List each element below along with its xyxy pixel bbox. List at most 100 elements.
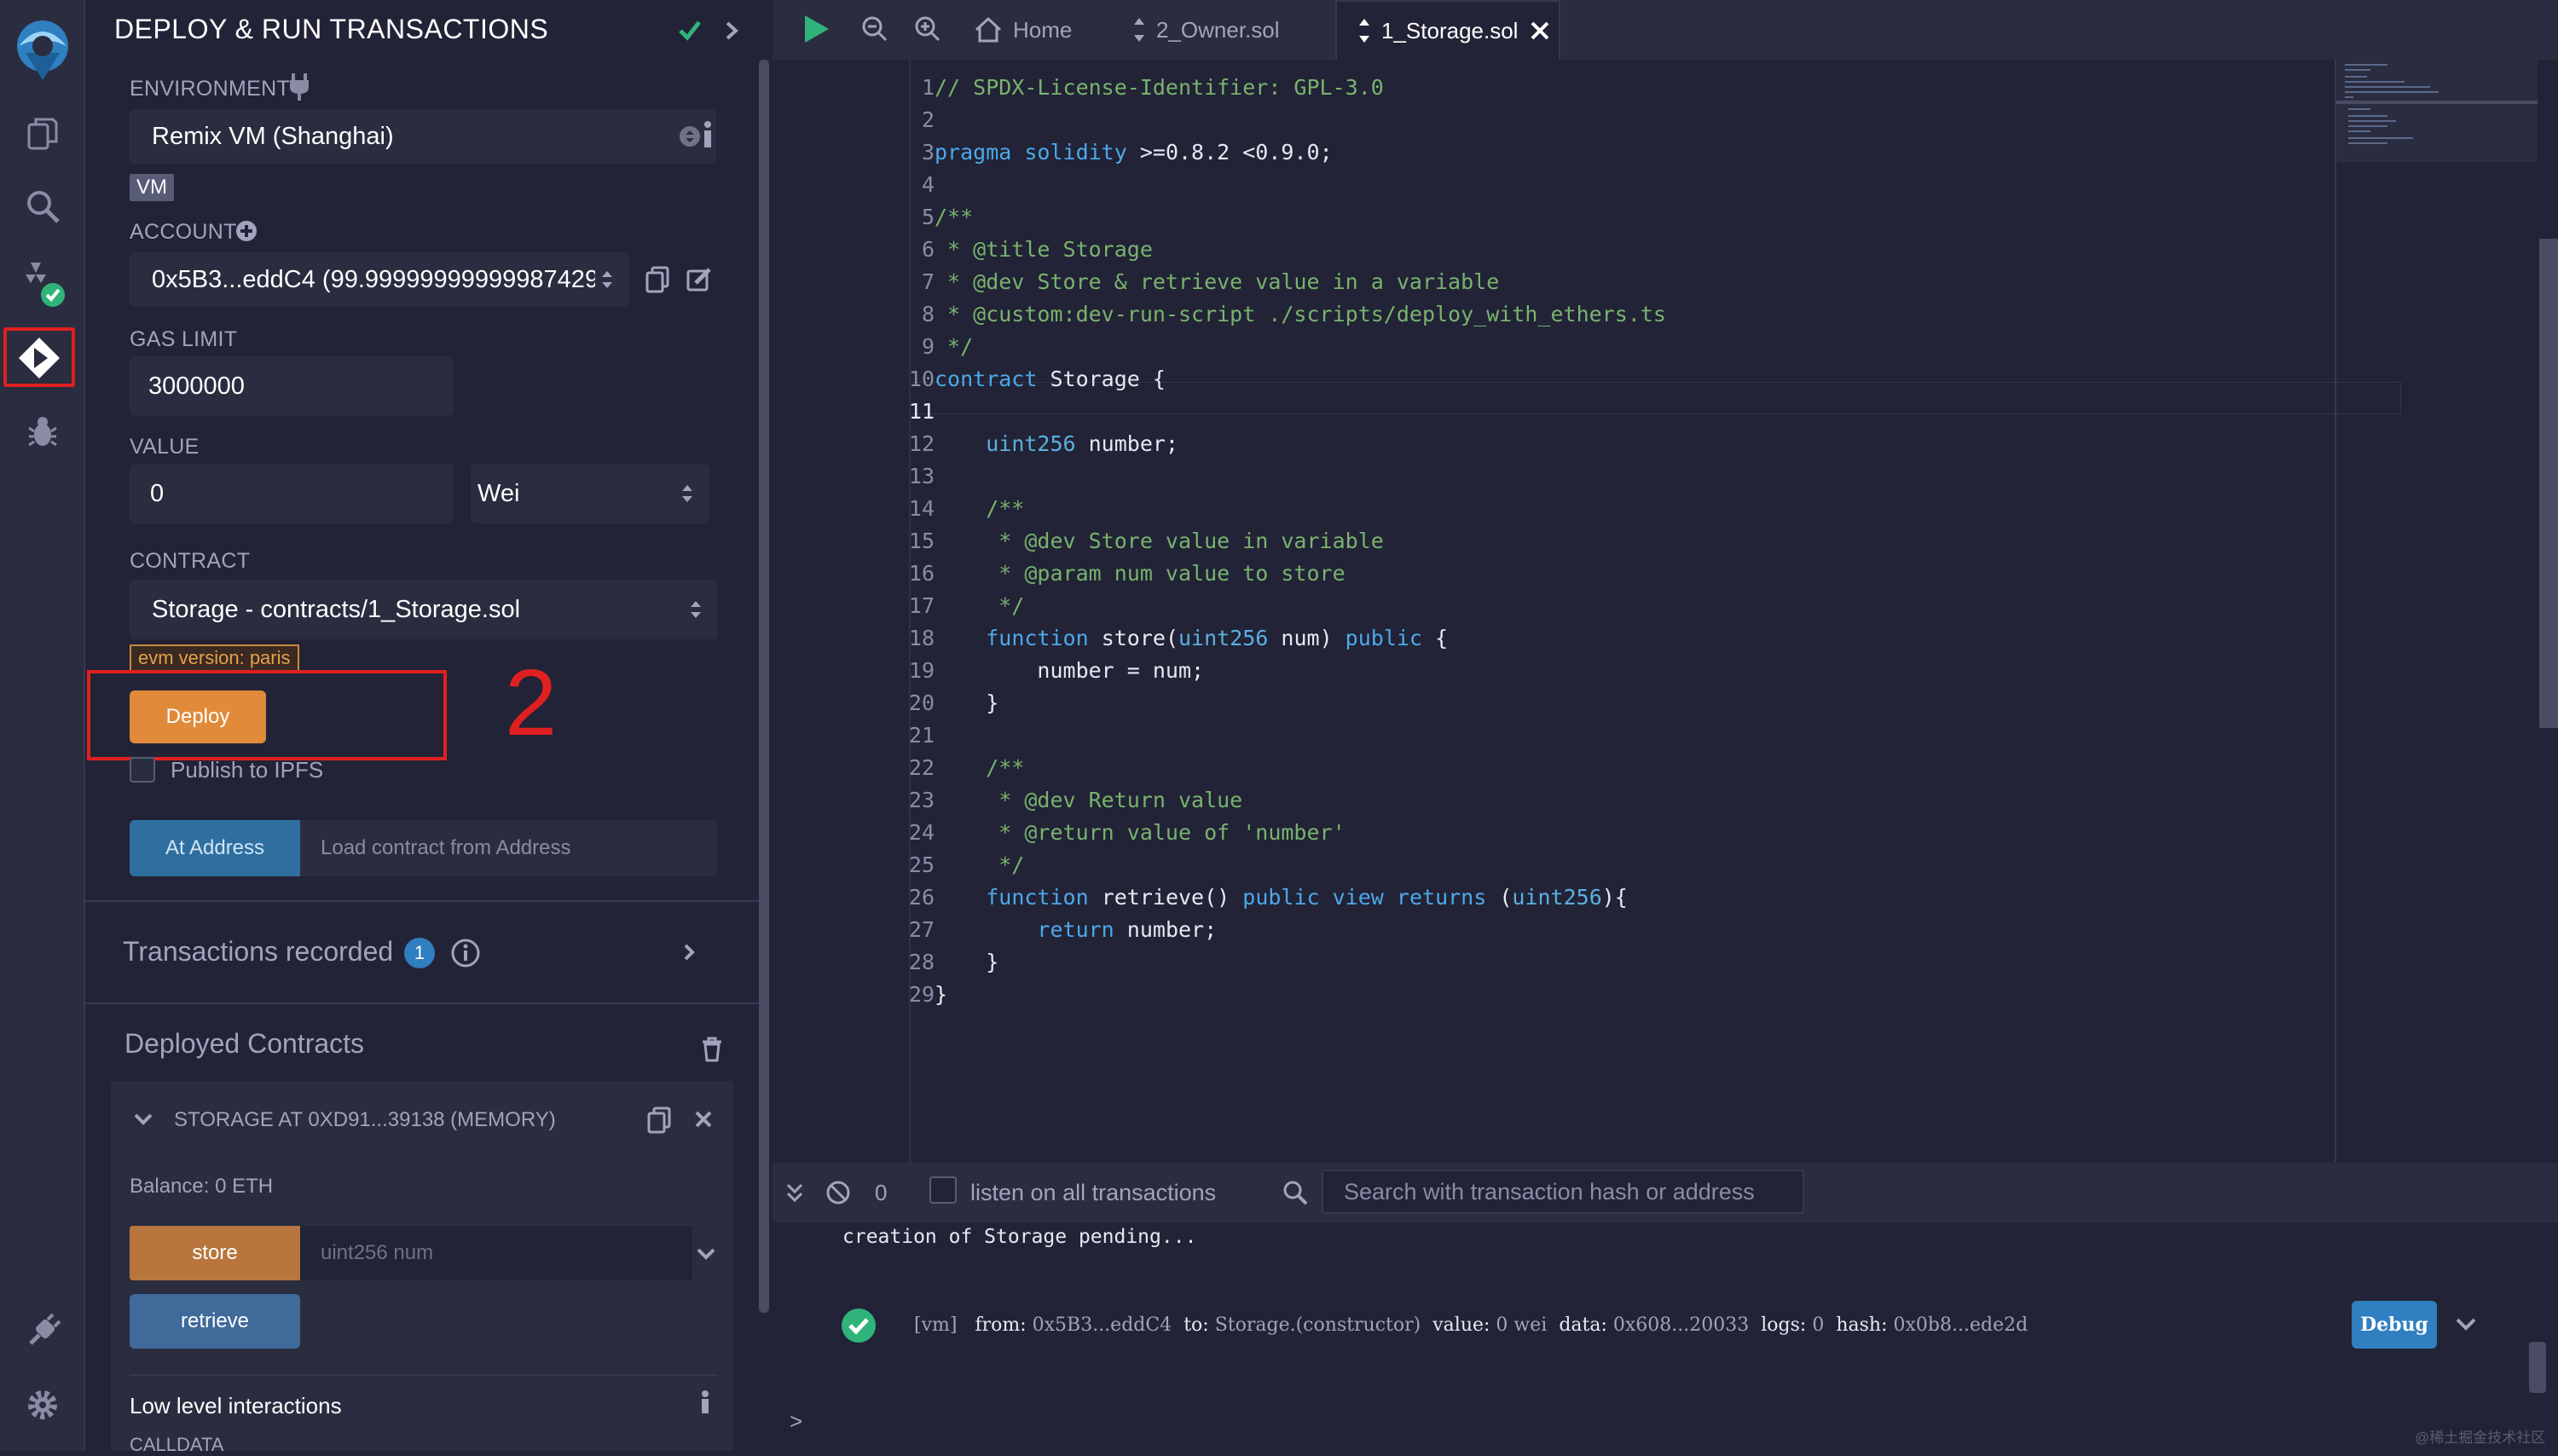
- copy-address-icon[interactable]: [646, 1106, 672, 1134]
- load-address-input[interactable]: Load contract from Address: [300, 820, 718, 876]
- line-number: 8: [921, 302, 935, 326]
- edit-account-icon[interactable]: [686, 266, 713, 293]
- account-select[interactable]: 0x5B3...eddC4 (99.99999999999987429: [130, 252, 629, 307]
- deployed-contracts-label: Deployed Contracts: [124, 1028, 365, 1059]
- code-line[interactable]: return number;: [935, 917, 1217, 942]
- pending-count: 0: [875, 1180, 888, 1205]
- store-input[interactable]: uint256 num: [300, 1226, 692, 1280]
- close-icon[interactable]: [694, 1110, 713, 1129]
- chevron-right-icon[interactable]: [723, 20, 740, 41]
- info-icon[interactable]: [701, 119, 715, 150]
- plug-icon: [286, 72, 312, 101]
- divider: [130, 1374, 718, 1376]
- search-icon[interactable]: [15, 179, 70, 234]
- tx-search-input[interactable]: Search with transaction hash or address: [1322, 1170, 1804, 1214]
- deploy-run-icon[interactable]: [12, 331, 67, 385]
- zoom-out-icon[interactable]: [861, 15, 888, 43]
- code-line[interactable]: */: [935, 852, 1024, 877]
- panel-scrollbar[interactable]: [759, 60, 769, 1313]
- tab-storage[interactable]: 1_Storage.sol: [1335, 0, 1560, 60]
- plugin-manager-icon[interactable]: [15, 1304, 70, 1359]
- terminal-scrollbar[interactable]: [2529, 1342, 2546, 1393]
- clear-console-icon[interactable]: [825, 1180, 851, 1205]
- settings-icon[interactable]: [15, 1378, 70, 1432]
- value-input[interactable]: 0: [130, 464, 454, 523]
- terminal-prompt[interactable]: >: [790, 1408, 802, 1435]
- code-line[interactable]: /**: [935, 496, 1024, 521]
- environment-label: ENVIRONMENT: [130, 77, 291, 101]
- line-number: 11: [908, 399, 935, 424]
- tab-home[interactable]: Home: [974, 0, 1102, 60]
- chevron-down-icon[interactable]: [133, 1112, 153, 1127]
- divider: [85, 900, 759, 902]
- info-icon[interactable]: [699, 1390, 711, 1415]
- code-line[interactable]: }: [935, 950, 998, 974]
- debugger-icon[interactable]: [15, 404, 70, 459]
- deployed-instance: STORAGE AT 0XD91...39138 (MEMORY) Balanc…: [111, 1081, 733, 1455]
- code-line[interactable]: * @param num value to store: [935, 561, 1345, 586]
- publish-ipfs-checkbox[interactable]: [130, 757, 155, 783]
- copy-account-icon[interactable]: [645, 266, 670, 293]
- line-number: 28: [908, 950, 935, 974]
- line-number: 23: [908, 788, 935, 812]
- code-line[interactable]: * @dev Return value: [935, 788, 1242, 812]
- code-line[interactable]: */: [935, 334, 973, 359]
- listen-checkbox[interactable]: [929, 1176, 957, 1204]
- value-unit-select[interactable]: Wei: [471, 464, 709, 523]
- code-line[interactable]: number = num;: [935, 658, 1204, 683]
- contract-select[interactable]: Storage - contracts/1_Storage.sol: [130, 580, 718, 639]
- run-icon[interactable]: [802, 14, 830, 44]
- remix-logo-icon[interactable]: [7, 12, 78, 84]
- environment-select[interactable]: Remix VM (Shanghai): [130, 109, 716, 164]
- store-button[interactable]: store: [130, 1226, 300, 1280]
- code-line[interactable]: * @dev Store value in variable: [935, 529, 1384, 553]
- value-label: VALUE: [130, 435, 200, 459]
- code-editor[interactable]: 1// SPDX-License-Identifier: GPL-3.0 2 3 pr…: [773, 60, 2558, 1163]
- code-line[interactable]: * @custom:dev-run-script ./scripts/deplo…: [935, 302, 1666, 326]
- solidity-file-icon: [1356, 17, 1373, 44]
- tx-log-line: [vm] from: 0x5B3...eddC4 to: Storage.(co…: [914, 1314, 2028, 1336]
- add-account-icon[interactable]: [235, 220, 258, 242]
- file-explorer-icon[interactable]: [15, 106, 70, 160]
- code-line[interactable]: /**: [935, 755, 1024, 780]
- trash-icon[interactable]: [701, 1037, 723, 1062]
- tab-storage-label: 1_Storage.sol: [1381, 17, 1519, 43]
- pending-log: creation of Storage pending...: [842, 1226, 1197, 1248]
- code-line[interactable]: }: [935, 982, 947, 1007]
- retrieve-button[interactable]: retrieve: [130, 1294, 300, 1349]
- code-line[interactable]: uint256 number;: [935, 431, 1178, 456]
- code-line[interactable]: /**: [935, 205, 973, 229]
- collapse-terminal-icon[interactable]: [784, 1182, 805, 1204]
- line-number: 14: [908, 496, 935, 521]
- chevron-down-icon[interactable]: [696, 1246, 716, 1262]
- code-line[interactable]: * @dev Store & retrieve value in a varia…: [935, 269, 1499, 294]
- minimap-border: [2335, 60, 2336, 1163]
- code-line[interactable]: pragma solidity >=0.8.2 <0.9.0;: [935, 140, 1333, 165]
- chevron-right-icon[interactable]: [682, 943, 696, 962]
- line-number: 17: [908, 593, 935, 618]
- code-line[interactable]: // SPDX-License-Identifier: GPL-3.0: [935, 75, 1384, 100]
- zoom-in-icon[interactable]: [914, 15, 941, 43]
- chevron-down-icon[interactable]: [2454, 1316, 2478, 1333]
- code-line[interactable]: function store(uint256 num) public {: [935, 626, 1448, 650]
- tab-owner[interactable]: 2_Owner.sol: [1131, 0, 1310, 60]
- gas-limit-input[interactable]: 3000000: [130, 356, 454, 416]
- code-line[interactable]: * @title Storage: [935, 237, 1153, 262]
- code-line[interactable]: */: [935, 593, 1024, 618]
- code-line[interactable]: function retrieve() public view returns …: [935, 885, 1628, 910]
- line-number: 16: [908, 561, 935, 586]
- editor-scrollbar[interactable]: [2539, 239, 2558, 728]
- debug-button[interactable]: Debug: [2352, 1301, 2437, 1349]
- minimap[interactable]: [2336, 60, 2538, 162]
- code-line[interactable]: * @return value of 'number': [935, 820, 1345, 845]
- info-circle-icon[interactable]: [450, 938, 481, 968]
- solidity-compiler-icon[interactable]: [15, 256, 70, 310]
- code-line[interactable]: }: [935, 690, 998, 715]
- code-line[interactable]: contract Storage {: [935, 367, 1166, 391]
- close-tab-icon[interactable]: [1530, 20, 1550, 41]
- line-number: 21: [908, 723, 935, 748]
- publish-ipfs-label: Publish to IPFS: [171, 757, 324, 783]
- at-address-button[interactable]: At Address: [130, 820, 300, 876]
- low-level-label: Low level interactions: [130, 1393, 342, 1418]
- home-icon: [974, 16, 1003, 43]
